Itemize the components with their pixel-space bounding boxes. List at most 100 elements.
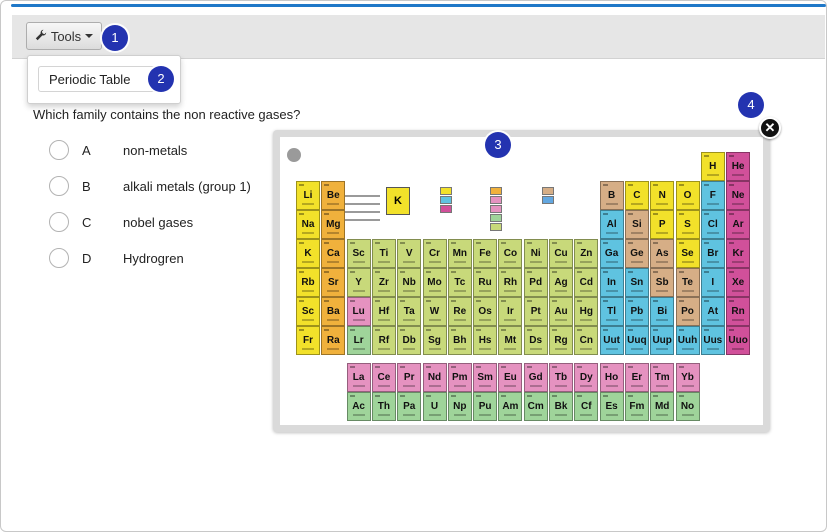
element-cell-pr: Pr (397, 363, 422, 392)
element-symbol: Ho (604, 372, 619, 383)
question-text: Which family contains the non reactive g… (33, 107, 301, 122)
step-badge-1: 1 (102, 25, 128, 51)
radio-button[interactable] (49, 248, 69, 268)
element-symbol: As (655, 248, 669, 259)
element-cell-u: U (422, 392, 447, 421)
element-symbol: Rn (731, 306, 745, 317)
element-cell-be: Be (321, 181, 346, 210)
element-cell-ar: Ar (726, 210, 751, 239)
step-badge-2: 2 (148, 66, 174, 92)
element-cell-tm: Tm (650, 363, 675, 392)
element-cell-as: As (650, 239, 675, 268)
element-cell-ag: Ag (549, 268, 573, 297)
element-symbol: Be (326, 190, 340, 201)
table-number-circle (287, 148, 301, 162)
legend-swatch (440, 196, 452, 204)
element-symbol: Sg (428, 335, 441, 346)
periodic-table-image: K H He Li Be B C N O F Ne Na Mg Al Si P S Cl Ar K Ca Sc Ti V Cr… (280, 137, 763, 425)
element-symbol: At (707, 306, 719, 317)
element-cell-sr: Sr (321, 268, 346, 297)
element-symbol: In (607, 277, 617, 288)
element-cell-bi: Bi (650, 297, 675, 326)
element-symbol: H (709, 161, 717, 172)
element-symbol: V (405, 248, 413, 259)
radio-button[interactable] (49, 212, 69, 232)
element-symbol: No (680, 401, 695, 412)
element-cell-bh: Bh (447, 326, 472, 355)
element-cell-rh: Rh (498, 268, 523, 297)
legend-key-line (340, 219, 380, 221)
element-cell-cm: Cm (523, 392, 548, 421)
element-symbol: Au (554, 306, 568, 317)
element-cell-fm: Fm (624, 392, 649, 421)
legend-element-key: K (386, 187, 410, 215)
option-text: non-metals (123, 142, 188, 158)
element-cell-kr: Kr (726, 239, 751, 268)
wrench-icon (35, 29, 47, 44)
element-cell-am: Am (498, 392, 523, 421)
element-symbol: Gd (528, 372, 543, 383)
element-cell-s: S (675, 210, 700, 239)
element-cell-ra: Ra (321, 326, 346, 355)
element-symbol: C (633, 190, 641, 201)
element-symbol: Ca (326, 248, 340, 259)
element-symbol: Os (478, 306, 492, 317)
element-symbol: Pu (478, 401, 492, 412)
element-cell-cf: Cf (574, 392, 599, 421)
tools-button[interactable]: Tools (26, 22, 102, 50)
element-cell-rb: Rb (296, 268, 320, 297)
element-symbol: Md (654, 401, 670, 412)
element-symbol: Nb (402, 277, 416, 288)
element-cell-ga: Ga (599, 239, 624, 268)
element-cell-ds: Ds (523, 326, 548, 355)
element-symbol: F (709, 190, 716, 201)
element-symbol: Np (453, 401, 467, 412)
legend-swatch (542, 187, 554, 195)
tools-label: Tools (50, 28, 82, 44)
element-cell-ir: Ir (498, 297, 523, 326)
legend-swatch (490, 214, 502, 222)
element-cell-ti: Ti (371, 239, 396, 268)
option-d[interactable]: D Hydrogren (49, 246, 184, 270)
legend-swatch (440, 187, 452, 195)
element-cell-mt: Mt (498, 326, 523, 355)
element-symbol: Na (301, 219, 315, 230)
periodic-table-popup[interactable]: K H He Li Be B C N O F Ne Na Mg Al Si P S Cl Ar K Ca Sc Ti V Cr… (273, 130, 770, 432)
element-cell-xe: Xe (726, 268, 751, 297)
element-cell-no: No (675, 392, 700, 421)
element-symbol: Ta (403, 306, 415, 317)
option-a[interactable]: A non-metals (49, 138, 187, 162)
element-symbol: B (607, 190, 616, 201)
option-b[interactable]: B alkali metals (group 1) (49, 174, 251, 198)
element-cell-mo: Mo (422, 268, 447, 297)
element-cell-cd: Cd (574, 268, 599, 297)
element-symbol: W (429, 306, 440, 317)
option-c[interactable]: C nobel gases (49, 210, 193, 234)
element-symbol: Ba (326, 306, 340, 317)
element-symbol: Mg (326, 219, 341, 230)
element-symbol: He (731, 161, 745, 172)
element-cell-pm: Pm (447, 363, 472, 392)
element-symbol: Sm (477, 372, 493, 383)
element-symbol: Ar (732, 219, 744, 230)
element-cell-er: Er (624, 363, 649, 392)
close-icon[interactable]: ✕ (759, 117, 781, 139)
periodic-table-menu-item[interactable]: Periodic Table (38, 66, 158, 92)
element-cell-y: Y (346, 268, 371, 297)
element-symbol: Co (503, 248, 518, 259)
element-cell-f: F (700, 181, 725, 210)
radio-button[interactable] (49, 176, 69, 196)
element-symbol: Cl (707, 219, 718, 230)
legend-swatch (542, 196, 554, 204)
element-cell-lu: Lu (346, 297, 371, 326)
element-symbol: Mo (427, 277, 442, 288)
element-cell-ru: Ru (473, 268, 498, 297)
element-symbol: Nd (427, 372, 442, 383)
element-cell-pt: Pt (523, 297, 548, 326)
element-symbol: Ac (352, 401, 365, 412)
element-cell-uut: Uut (599, 326, 624, 355)
radio-button[interactable] (49, 140, 69, 160)
element-cell-ce: Ce (371, 363, 396, 392)
element-symbol: Se (681, 248, 694, 259)
element-cell-li: Li (296, 181, 320, 210)
